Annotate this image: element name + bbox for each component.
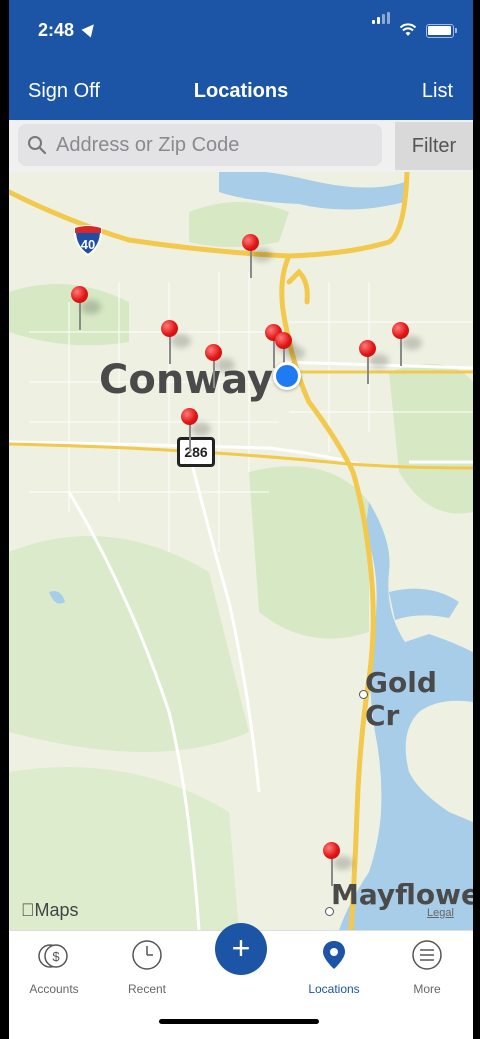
town-label-gold-creek: Gold Cr bbox=[365, 666, 437, 732]
dollar-coins-icon: $ bbox=[38, 944, 68, 968]
wifi-icon bbox=[400, 23, 416, 36]
tab-accounts[interactable]: $ Accounts bbox=[14, 939, 94, 999]
tab-locations[interactable]: Locations bbox=[294, 939, 374, 999]
filter-button[interactable]: Filter bbox=[395, 122, 473, 170]
nav-bar: Sign Off Locations List bbox=[9, 62, 473, 120]
maps-attribution: Maps bbox=[21, 900, 79, 921]
menu-icon bbox=[412, 940, 442, 970]
plus-icon: + bbox=[231, 930, 251, 966]
interstate-shield-icon: 40 bbox=[73, 225, 103, 256]
status-time: 2:48 bbox=[38, 20, 75, 40]
phone-screen: 2:48 Sign Off Locations List Filter bbox=[9, 0, 473, 1039]
location-pin[interactable] bbox=[323, 842, 353, 886]
location-arrow-icon bbox=[81, 20, 99, 38]
location-pin[interactable] bbox=[359, 340, 389, 384]
location-pin[interactable] bbox=[71, 286, 101, 330]
location-pin[interactable] bbox=[242, 234, 272, 278]
tab-label: More bbox=[413, 982, 441, 996]
town-dot bbox=[325, 907, 334, 916]
location-pin[interactable] bbox=[392, 322, 422, 366]
sign-off-button[interactable]: Sign Off bbox=[28, 80, 100, 103]
status-bar: 2:48 bbox=[9, 0, 473, 62]
legal-link[interactable]: Legal bbox=[427, 907, 454, 919]
tab-more[interactable]: More bbox=[387, 939, 467, 999]
location-pin[interactable] bbox=[161, 320, 191, 364]
tab-label: Recent bbox=[127, 982, 167, 996]
svg-text:$: $ bbox=[52, 949, 60, 964]
tab-recent[interactable]: Recent bbox=[107, 939, 187, 999]
location-pin[interactable] bbox=[181, 408, 211, 452]
apple-logo-icon:  bbox=[21, 900, 35, 920]
clock-icon bbox=[132, 940, 162, 970]
current-location-dot bbox=[273, 362, 301, 390]
maps-attribution-text: Maps bbox=[21, 900, 79, 920]
map-view[interactable]: 40 286 Conway Gold Cr Mayflowe Maps Leg… bbox=[9, 172, 473, 930]
battery-icon bbox=[426, 24, 457, 38]
search-bar: Filter bbox=[9, 120, 473, 172]
search-box[interactable] bbox=[18, 124, 382, 166]
home-indicator[interactable] bbox=[159, 1019, 319, 1024]
list-button[interactable]: List bbox=[422, 80, 453, 103]
search-icon bbox=[28, 136, 47, 155]
tab-bar: $ Accounts Recent + Locations More bbox=[9, 923, 473, 1039]
town-dot bbox=[359, 690, 368, 699]
add-button[interactable]: + bbox=[215, 923, 267, 975]
tab-label: Accounts bbox=[29, 982, 79, 996]
interstate-number: 40 bbox=[81, 237, 95, 252]
town-label-conway: Conway bbox=[99, 357, 274, 403]
location-pin[interactable] bbox=[205, 344, 235, 388]
location-pin-icon bbox=[323, 941, 345, 969]
search-input[interactable] bbox=[56, 124, 376, 166]
tab-label: Locations bbox=[308, 982, 360, 996]
